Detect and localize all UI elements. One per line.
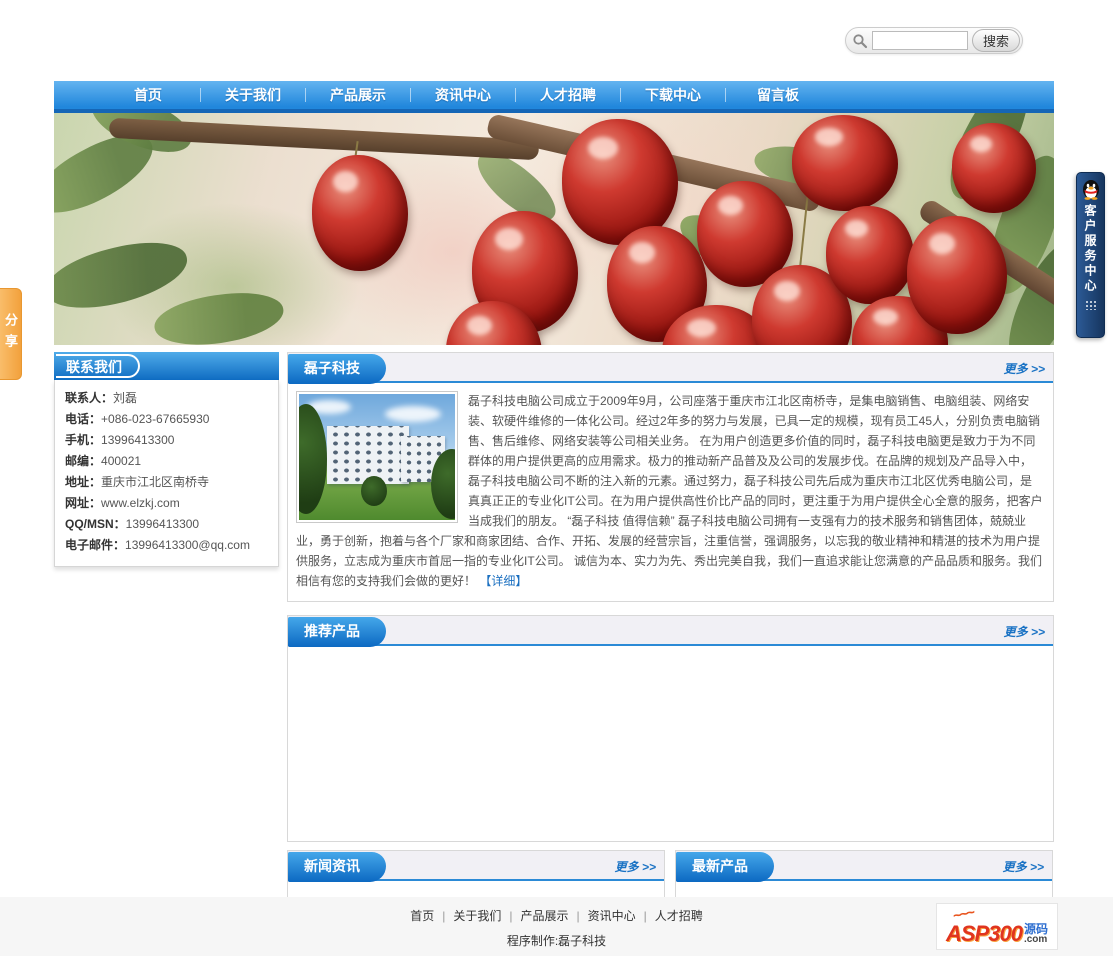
- recommended-section: 推荐产品 更多 >>: [287, 615, 1054, 842]
- recommended-section-header: 推荐产品 更多 >>: [288, 616, 1053, 647]
- news-more-link[interactable]: 更多 >>: [615, 858, 656, 875]
- contact-row: 地址：重庆市江北区南桥寺: [65, 475, 210, 489]
- customer-service-tab[interactable]: 客户服务中心: [1076, 172, 1105, 338]
- recommended-more-link[interactable]: 更多 >>: [1004, 623, 1045, 640]
- main-nav: 首页 关于我们 产品展示 资讯中心 人才招聘 下载中心 留言板: [54, 81, 1054, 113]
- main-content: 磊子科技 更多 >> 磊子科技电脑公司成立于2009年9月，公司座落于重庆市江北…: [287, 352, 1054, 898]
- asp300-text: ASP300: [946, 921, 1023, 946]
- contact-row: 手机：13996413300: [65, 433, 175, 447]
- contact-row: 电子邮件：13996413300@qq.com: [65, 538, 250, 552]
- latest-title: 最新产品: [676, 852, 774, 882]
- footer-link-about[interactable]: 关于我们: [453, 909, 501, 923]
- footer-link-jobs[interactable]: 人才招聘: [655, 909, 703, 923]
- nav-item-guestbook[interactable]: 留言板: [726, 85, 830, 105]
- page: 搜索 首页 关于我们 产品展示 资讯中心 人才招聘 下载中心 留言板 联系我们 …: [0, 0, 1113, 956]
- drag-dots-icon: [1084, 300, 1097, 310]
- search-bar: 搜索: [845, 27, 1023, 54]
- building-graphic: [327, 426, 409, 484]
- news-body: [288, 881, 664, 897]
- nav-item-downloads[interactable]: 下载中心: [621, 85, 725, 105]
- cherry-graphic: [907, 216, 1007, 334]
- nav-item-about[interactable]: 关于我们: [201, 85, 305, 105]
- asp300-com-text: .com: [1023, 934, 1048, 945]
- contact-row: 网址：www.elzkj.com: [65, 496, 180, 510]
- share-tab-label: 分享: [3, 313, 18, 355]
- contact-title: 联系我们: [56, 354, 140, 378]
- search-button[interactable]: 搜索: [971, 29, 1020, 52]
- qq-penguin-icon: [1081, 178, 1101, 200]
- nav-item-jobs[interactable]: 人才招聘: [516, 85, 620, 105]
- cherry-graphic: [952, 123, 1036, 213]
- about-title: 磊子科技: [288, 354, 386, 384]
- banner-image: [54, 113, 1054, 345]
- news-section-header: 新闻资讯 更多 >>: [288, 851, 664, 882]
- share-tab[interactable]: 分享: [0, 288, 22, 380]
- nav-item-news[interactable]: 资讯中心: [411, 85, 515, 105]
- cherry-graphic: [312, 155, 408, 271]
- cherry-graphic: [792, 115, 898, 211]
- news-section: 新闻资讯 更多 >>: [287, 850, 665, 898]
- footer-link-products[interactable]: 产品展示: [520, 909, 568, 923]
- search-input[interactable]: [872, 31, 968, 50]
- service-tab-label: 客户服务中心: [1083, 204, 1097, 294]
- about-section: 磊子科技 更多 >> 磊子科技电脑公司成立于2009年9月，公司座落于重庆市江北…: [287, 352, 1054, 602]
- latest-section-header: 最新产品 更多 >>: [676, 851, 1052, 882]
- footer-link-news[interactable]: 资讯中心: [588, 909, 636, 923]
- about-more-link[interactable]: 更多 >>: [1004, 360, 1045, 377]
- contact-row: QQ/MSN：13996413300: [65, 517, 200, 531]
- search-icon: [852, 33, 868, 49]
- about-body: 磊子科技电脑公司成立于2009年9月，公司座落于重庆市江北区南桥寺，是集电脑销售…: [288, 383, 1053, 601]
- cherry-graphic: [826, 206, 914, 304]
- latest-body: [676, 881, 1052, 897]
- latest-more-link[interactable]: 更多 >>: [1003, 858, 1044, 875]
- about-section-header: 磊子科技 更多 >>: [288, 353, 1053, 384]
- detail-link[interactable]: 【详细】: [479, 574, 527, 588]
- latest-section: 最新产品 更多 >>: [675, 850, 1053, 898]
- contact-row: 邮编：400021: [65, 454, 142, 468]
- contact-panel: 联系我们 联系人：刘磊 电话：+086-023-67665930 手机：1399…: [54, 352, 279, 567]
- contact-panel-header: 联系我们: [54, 352, 279, 380]
- contact-row: 联系人：刘磊: [65, 391, 138, 405]
- recommended-title: 推荐产品: [288, 617, 386, 647]
- bottom-row: 新闻资讯 更多 >> 最新产品 更多 >>: [287, 850, 1054, 898]
- asp300-logo[interactable]: ~~~ ASP300 源码 .com: [936, 903, 1058, 950]
- footer-link-home[interactable]: 首页: [410, 909, 434, 923]
- nav-item-home[interactable]: 首页: [96, 85, 200, 105]
- company-photo: [296, 391, 458, 523]
- nav-item-products[interactable]: 产品展示: [306, 85, 410, 105]
- recommended-body: [288, 646, 1053, 841]
- contact-row: 电话：+086-023-67665930: [65, 412, 210, 426]
- news-title: 新闻资讯: [288, 852, 386, 882]
